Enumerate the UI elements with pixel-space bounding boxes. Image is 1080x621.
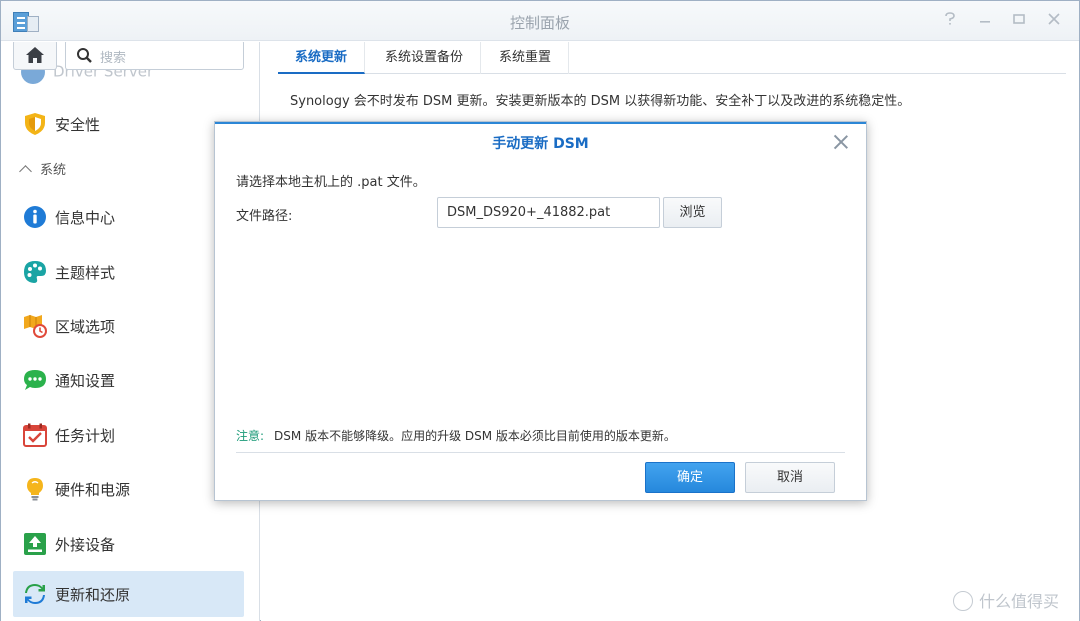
window-title: 控制面板 xyxy=(509,14,570,32)
refresh-icon xyxy=(25,584,45,604)
note-tag: 注意: xyxy=(236,429,265,443)
browse-button[interactable]: 浏览 xyxy=(663,197,722,228)
dialog-divider xyxy=(236,452,845,453)
sidebar-item-update-restore[interactable]: 更新和还原 xyxy=(13,571,244,617)
search-placeholder: 搜索 xyxy=(100,51,127,66)
palette-icon xyxy=(24,261,46,283)
watermark: 什么值得买 xyxy=(953,588,1059,612)
section-header-system[interactable]: 系统 xyxy=(19,159,66,178)
tab-system-reset[interactable]: 系统重置 xyxy=(482,42,570,74)
shield-icon xyxy=(25,113,45,135)
search-icon xyxy=(77,48,92,63)
close-icon[interactable] xyxy=(832,133,850,151)
sidebar-item-theme[interactable]: 主题样式 xyxy=(13,249,244,295)
calendar-check-icon xyxy=(23,423,47,447)
dialog-header: 手动更新 DSM xyxy=(215,122,866,162)
manual-update-dialog: 手动更新 DSM 请选择本地主机上的 .pat 文件。 文件路径: DSM_DS… xyxy=(214,121,867,501)
file-path-input[interactable]: DSM_DS920+_41882.pat xyxy=(437,197,660,228)
info-icon xyxy=(24,206,46,228)
lightbulb-icon xyxy=(27,478,43,501)
update-description: Synology 会不时发布 DSM 更新。安装更新版本的 DSM 以获得新功能… xyxy=(290,94,911,109)
dialog-title: 手动更新 DSM xyxy=(492,136,589,152)
watermark-logo-icon xyxy=(953,590,973,611)
sidebar-item-hardware-power[interactable]: 硬件和电源 xyxy=(13,466,244,512)
upload-device-icon xyxy=(24,533,46,555)
search-box[interactable]: 搜索 xyxy=(65,42,244,70)
sidebar-item-info-center[interactable]: 信息中心 xyxy=(13,194,244,240)
note-text: DSM 版本不能够降级。应用的升级 DSM 版本必须比目前使用的版本更新。 xyxy=(274,429,676,443)
help-icon[interactable] xyxy=(939,10,961,32)
chat-bubble-icon xyxy=(24,370,46,390)
tab-bar: 系统更新 系统设置备份 系统重置 xyxy=(278,42,1066,74)
ok-button[interactable]: 确定 xyxy=(645,462,735,493)
sidebar-item-regional-options[interactable]: 区域选项 xyxy=(13,303,244,349)
sidebar-item-task-scheduler[interactable]: 任务计划 xyxy=(13,412,244,458)
sidebar-item-notification[interactable]: 通知设置 xyxy=(13,357,244,403)
tab-config-backup[interactable]: 系统设置备份 xyxy=(368,42,482,74)
close-window-icon[interactable] xyxy=(1043,10,1065,32)
cancel-button[interactable]: 取消 xyxy=(745,462,835,493)
file-path-label: 文件路径: xyxy=(236,209,293,224)
title-bar: 控制面板 xyxy=(1,1,1079,41)
maximize-icon[interactable] xyxy=(1008,10,1030,32)
sidebar-item-security[interactable]: 安全性 xyxy=(13,101,244,147)
dialog-note: 注意: DSM 版本不能够降级。应用的升级 DSM 版本必须比目前使用的版本更新。 xyxy=(236,427,676,444)
map-clock-icon xyxy=(24,315,47,338)
tab-system-update[interactable]: 系统更新 xyxy=(278,42,366,74)
chevron-up-icon xyxy=(19,165,32,178)
sidebar-item-external-devices[interactable]: 外接设备 xyxy=(13,521,244,567)
dialog-hint: 请选择本地主机上的 .pat 文件。 xyxy=(236,175,426,190)
control-panel-window: 控制面板 搜索 Driver Server 安全性 系统 信息中心 主题样式 区… xyxy=(0,0,1080,621)
home-button[interactable] xyxy=(13,42,57,70)
home-icon xyxy=(26,47,44,63)
minimize-icon[interactable] xyxy=(974,10,996,32)
